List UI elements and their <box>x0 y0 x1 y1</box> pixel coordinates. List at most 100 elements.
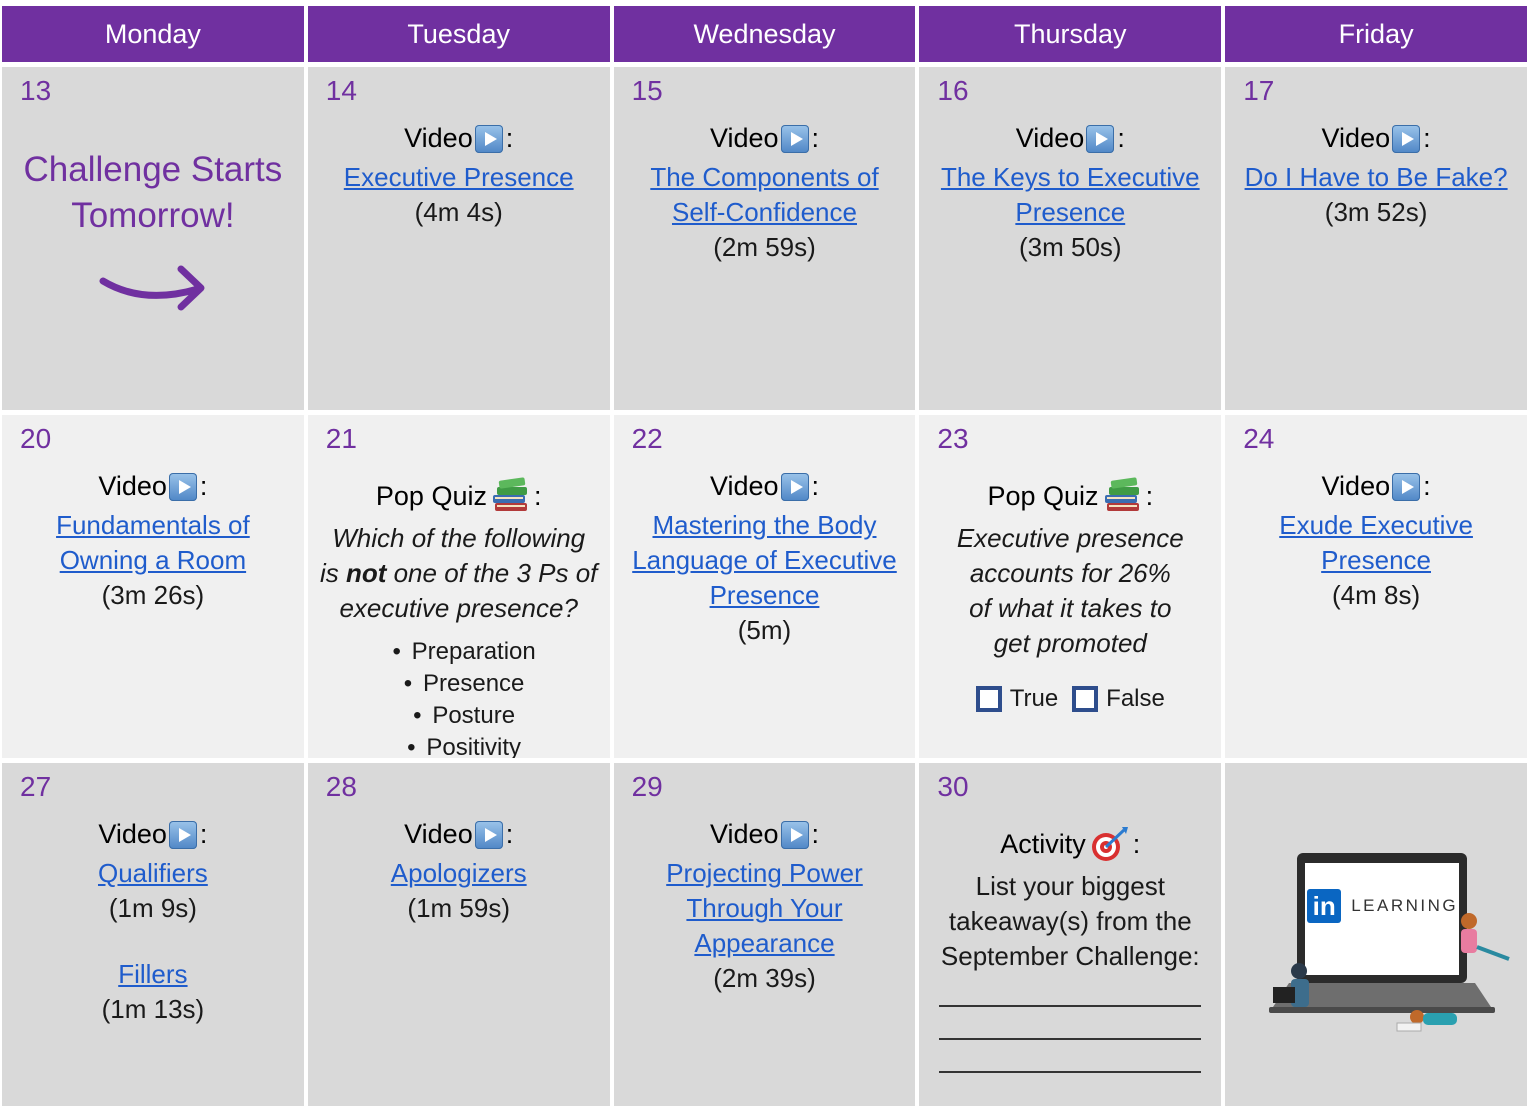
activity-type: Video: <box>710 123 819 154</box>
video-link-apologizers[interactable]: Apologizers <box>318 856 600 891</box>
video-duration: (1m 59s) <box>407 893 510 923</box>
colon: : <box>1117 123 1125 153</box>
day-cell-15: 15 Video: The Components of Self-Confiden… <box>613 67 916 410</box>
option-label: Presence <box>423 670 525 697</box>
video-link-components-self-confidence[interactable]: The Components of Self-Confidence <box>624 160 906 230</box>
quiz-option: • Presence <box>318 668 600 700</box>
play-video-icon <box>780 124 809 153</box>
video-link-projecting-power[interactable]: Projecting Power Through Your Appearance <box>624 856 906 961</box>
quiz-statement-line: Executive presence <box>956 523 1184 553</box>
play-video-icon <box>1392 124 1421 153</box>
type-label: Video <box>98 471 167 501</box>
video-link-fundamentals-owning-room[interactable]: Fundamentals of Owning a Room <box>12 508 294 578</box>
type-label: Activity <box>1000 828 1086 859</box>
answer-blank-line[interactable] <box>939 1070 1202 1073</box>
video-link-executive-presence[interactable]: Executive Presence <box>318 160 600 195</box>
false-option[interactable]: False <box>1072 685 1165 713</box>
activity-line: September Challenge: <box>940 941 1200 971</box>
day-number: 30 <box>937 771 969 802</box>
type-label: Pop Quiz <box>375 480 487 511</box>
activity-type: Video: <box>404 123 513 154</box>
day-cell-20: 20 Video: Fundamentals of Owning a Room (… <box>2 415 304 758</box>
video-link-do-i-have-to-be-fake[interactable]: Do I Have to Be Fake? <box>1235 160 1517 195</box>
colon: : <box>505 819 514 849</box>
quiz-statement-line: accounts for 26% <box>969 558 1171 588</box>
day-cell-29: 29 Video: Projecting Power Through Your Ap… <box>613 763 916 1106</box>
checkbox-icon[interactable] <box>1072 686 1099 712</box>
play-video-icon <box>474 820 503 849</box>
true-option[interactable]: True <box>975 685 1059 713</box>
link-line: Projecting Power <box>666 858 863 888</box>
day-cell-24: 24 Video: Exude Executive Presence (4m 8s… <box>1225 415 1527 758</box>
option-label: Posture <box>432 702 516 729</box>
answer-blank-line[interactable] <box>939 1004 1202 1007</box>
day-number: 28 <box>325 771 357 802</box>
option-label: Preparation <box>411 638 536 665</box>
video-duration: (2m 39s) <box>713 963 816 993</box>
day-number: 24 <box>1243 423 1275 454</box>
colon: : <box>811 123 820 153</box>
learning-wordmark: LEARNING <box>1351 896 1459 915</box>
checkbox-icon[interactable] <box>975 686 1002 712</box>
activity-type: Video: <box>1322 471 1431 502</box>
play-video-icon <box>168 472 197 501</box>
link-line: Language of Executive <box>632 545 897 575</box>
dart-target-icon <box>1088 825 1130 863</box>
bullet: • <box>413 702 422 729</box>
quiz-options: • Preparation • Presence • Posture • Positiv… <box>318 636 600 758</box>
type-label: Video <box>404 123 473 153</box>
link-line: Fundamentals of <box>56 510 250 540</box>
day-cell-14: 14 Video: Executive Presence (4m 4s) <box>307 67 610 410</box>
header-friday: Friday <box>1225 6 1527 62</box>
link-line: Presence <box>709 580 820 610</box>
header-thursday: Thursday <box>919 6 1222 62</box>
answer-blank-line[interactable] <box>939 1037 1202 1040</box>
day-cell-28: 28 Video: Apologizers (1m 59s) <box>307 763 610 1106</box>
activity-line: takeaway(s) from the <box>948 906 1192 936</box>
video-link-fillers[interactable]: Fillers <box>12 957 294 992</box>
day-number: 15 <box>631 75 663 106</box>
link-line: The Components of <box>650 162 879 192</box>
colon: : <box>1132 828 1141 859</box>
day-number: 14 <box>325 75 357 106</box>
quiz-question-line: executive presence? <box>339 593 578 623</box>
colon: : <box>505 123 514 153</box>
quiz-question-line: is not one of the 3 Ps of <box>318 556 600 591</box>
video-link-mastering-body-language[interactable]: Mastering the Body Language of Executive P… <box>624 508 906 613</box>
video-link-qualifiers[interactable]: Qualifiers <box>12 856 294 891</box>
true-label: True <box>1009 685 1059 712</box>
video-link-exude-executive-presence[interactable]: Exude Executive Presence <box>1235 508 1517 578</box>
day-number: 22 <box>631 423 663 454</box>
quiz-statement-line: of what it takes to <box>969 593 1172 623</box>
video-link-keys-executive-presence[interactable]: The Keys to Executive Presence <box>929 160 1211 230</box>
day-cell-13: 13 Challenge Starts Tomorrow! <box>2 67 304 410</box>
linkedin-learning-illustration: in LEARNING <box>1269 847 1527 1047</box>
link-line: Mastering the Body <box>652 510 877 540</box>
quiz-option: • Posture <box>318 700 600 732</box>
day-cell-30: 30 Activity : List your biggest takeaway… <box>919 763 1222 1106</box>
linkedin-in-icon: in <box>1307 889 1342 923</box>
books-icon <box>489 477 531 515</box>
video-duration: (3m 26s) <box>101 580 205 610</box>
link-line: Appearance <box>694 928 835 958</box>
linkedin-logo: in LEARNING <box>1307 889 1458 923</box>
calendar-grid: Monday Tuesday Wednesday Thursday Friday… <box>0 0 1529 1106</box>
link-line: Through Your <box>686 893 843 923</box>
day-cell-22: 22 Video: Mastering the Body Language of … <box>613 415 916 758</box>
video-duration: (2m 59s) <box>713 232 816 262</box>
day-number: 17 <box>1243 75 1275 106</box>
video-duration: (4m 8s) <box>1332 580 1421 610</box>
type-label: Video <box>1321 471 1391 501</box>
true-false-options: True False <box>929 685 1211 713</box>
quiz-option: • Positivity <box>318 732 600 758</box>
curved-arrow-icon <box>12 259 294 320</box>
day-cell-17: 17 Video: Do I Have to Be Fake? (3m 52s) <box>1225 67 1527 410</box>
activity-type: Activity : <box>1000 825 1140 863</box>
quiz-statement-line: get promoted <box>993 628 1147 658</box>
colon: : <box>811 471 820 501</box>
play-video-icon <box>1392 472 1421 501</box>
video-duration: (3m 52s) <box>1324 197 1428 227</box>
play-video-icon <box>780 820 809 849</box>
colon: : <box>533 480 542 511</box>
colon: : <box>811 819 820 849</box>
